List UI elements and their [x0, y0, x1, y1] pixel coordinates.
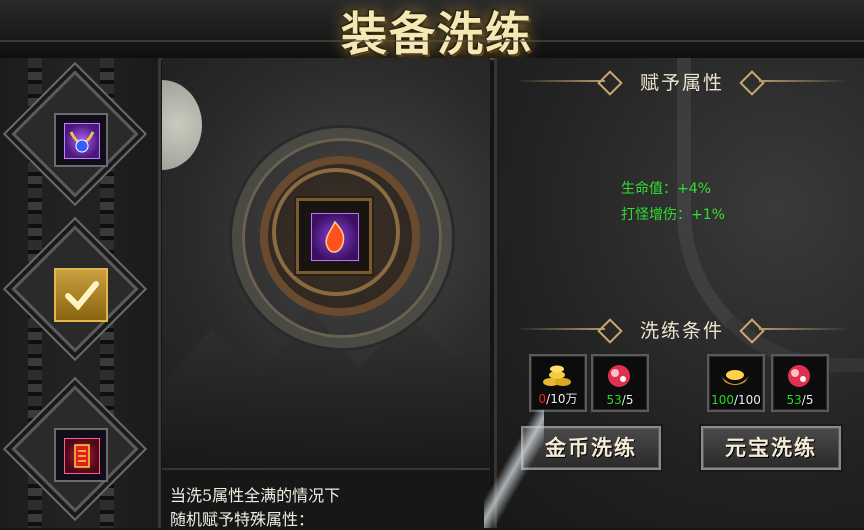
refine-target-slot[interactable] — [296, 198, 372, 274]
slot-box-selected — [54, 268, 108, 322]
moon-decoration — [162, 80, 202, 170]
description-line-2: 随机赋予特殊属性： — [170, 510, 315, 529]
yuanbao-cost-count: 100/100 — [711, 393, 761, 407]
blade-decoration — [484, 410, 544, 528]
gold-coins-icon — [543, 365, 571, 386]
attributes-header: 赋予属性 — [497, 68, 864, 96]
stone-cost-count: 53/5 — [786, 393, 814, 407]
yuanbao-cost-item[interactable]: 100/100 — [707, 354, 765, 412]
refine-stone-icon — [788, 365, 810, 387]
checkmark-icon — [65, 281, 99, 311]
fire-gem-icon — [311, 213, 359, 261]
refine-window: 装备洗练 当洗5属性全满的情况下 随机赋予特殊属性： 赋予属性 生命值：+4% … — [0, 0, 864, 530]
refine-altar-panel — [162, 58, 490, 468]
refine-stone-icon — [608, 365, 630, 387]
description-panel: 当洗5属性全满的情况下 随机赋予特殊属性： — [162, 468, 490, 530]
attribute-line: 生命值：+4% — [621, 181, 711, 197]
divider-line — [759, 328, 849, 330]
gold-ingot-icon — [721, 370, 749, 385]
slot-box — [54, 428, 108, 482]
divider-line — [759, 80, 849, 82]
stone-cost-item[interactable]: 53/5 — [771, 354, 829, 412]
gold-cost-item[interactable]: 0/10万 — [529, 354, 587, 412]
window-title: 装备洗练 — [341, 7, 533, 61]
stone-cost-count: 53/5 — [606, 393, 634, 407]
title-bar: 装备洗练 — [0, 0, 864, 61]
gold-cost-count: 0/10万 — [538, 392, 578, 406]
necklace-icon — [64, 123, 100, 159]
equipment-slot-3[interactable] — [11, 385, 139, 513]
refine-info-panel: 赋予属性 生命值：+4% 打怪增伤：+1% 洗练条件 0/10万 53/5 10… — [494, 58, 864, 528]
stone-cost-item[interactable]: 53/5 — [591, 354, 649, 412]
conditions-header: 洗练条件 — [497, 316, 864, 344]
attribute-line: 打怪增伤：+1% — [621, 207, 725, 223]
slot-box — [54, 113, 108, 167]
equipment-slot-1[interactable] — [11, 70, 139, 198]
equipment-slot-2[interactable] — [11, 225, 139, 353]
description-line-1: 当洗5属性全满的情况下 — [170, 486, 341, 505]
yuanbao-refine-button[interactable]: 元宝洗练 — [701, 426, 841, 470]
talisman-icon — [64, 438, 100, 474]
